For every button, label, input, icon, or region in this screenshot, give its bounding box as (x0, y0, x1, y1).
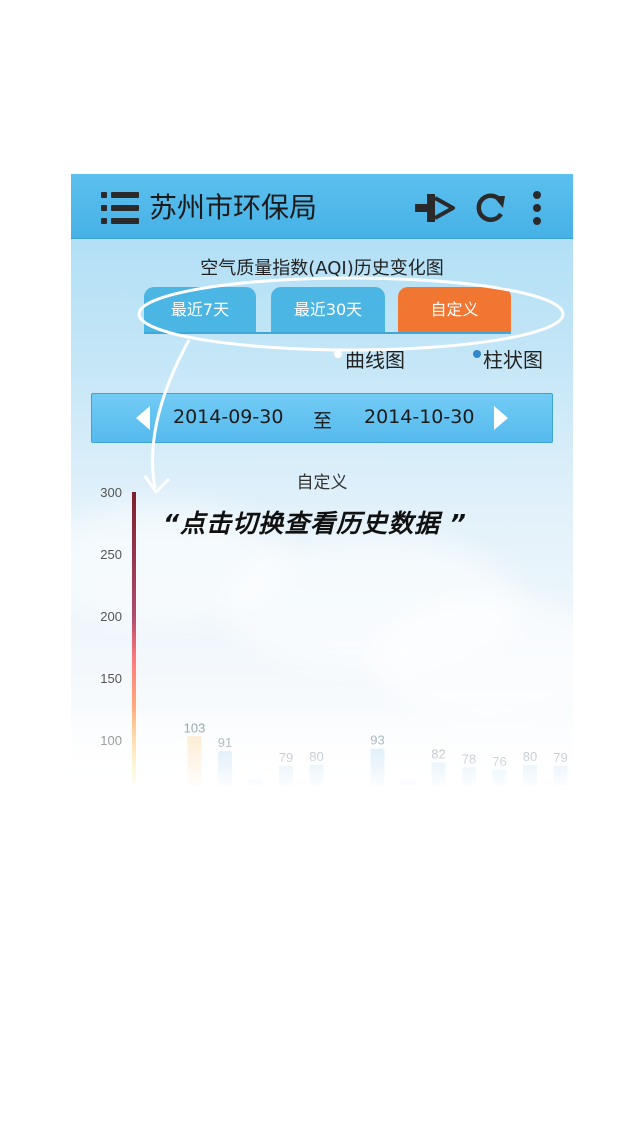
chart-bar[interactable] (553, 766, 568, 786)
action-bar: 苏州市环保局 (71, 174, 573, 239)
chart-bar[interactable] (523, 764, 537, 786)
date-range-bar: 2014-09-30 至 2014-10-30 (91, 393, 553, 443)
y-tick-label: 100 (100, 733, 122, 748)
share-icon[interactable] (413, 190, 457, 226)
bar-value-label: 76 (492, 754, 506, 769)
date-start[interactable]: 2014-09-30 (173, 406, 283, 428)
chart-bar[interactable] (279, 766, 293, 786)
tab-last-7-days[interactable]: 最近7天 (144, 287, 256, 333)
bar-value-label: 93 (370, 733, 384, 748)
radio-unselected-icon (333, 348, 343, 359)
radio-line-chart-label: 曲线图 (345, 348, 405, 372)
chart-bar[interactable] (401, 779, 415, 786)
callout-text: “点击切换查看历史数据 ” (163, 509, 467, 538)
next-arrow-icon[interactable] (490, 404, 512, 432)
chart-bar[interactable] (431, 762, 446, 786)
radio-bar-chart-label: 柱状图 (483, 348, 543, 372)
radio-line-chart[interactable]: 曲线图 (333, 346, 405, 374)
chart-bar[interactable] (187, 736, 202, 786)
y-tick-label: 200 (100, 609, 122, 624)
chart-bar[interactable] (218, 751, 232, 786)
radio-bar-chart[interactable]: 柱状图 (473, 346, 543, 374)
y-tick-label: 300 (100, 485, 122, 500)
tab-custom[interactable]: 自定义 (398, 287, 511, 333)
page-title: 空气质量指数(AQI)历史变化图 (200, 258, 444, 279)
bar-value-label: 79 (279, 750, 293, 765)
bar-value-label: 80 (309, 749, 323, 764)
bar-value-label: 103 (184, 720, 206, 735)
y-tick-label: 250 (100, 547, 122, 562)
y-axis-color-scale (132, 492, 136, 786)
app-title: 苏州市环保局 (149, 191, 318, 224)
menu-icon[interactable] (101, 190, 141, 226)
tab-underline (144, 332, 511, 334)
bar-value-label: 82 (431, 746, 445, 761)
bar-value-label: 79 (553, 750, 567, 765)
chart-bar[interactable] (492, 769, 507, 786)
overflow-icon[interactable] (529, 190, 545, 226)
chart-bar[interactable] (248, 779, 263, 786)
bar-value-label: 78 (462, 751, 476, 766)
tab-last-30-days[interactable]: 最近30天 (271, 287, 385, 333)
y-tick-label: 150 (100, 671, 122, 686)
app-screen: 苏州市环保局 空气质量指数(AQI)历史变化图 最近7天 最近30天 自定义 曲… (71, 174, 573, 786)
chart-bar[interactable] (309, 764, 324, 786)
radio-selected-icon (473, 349, 481, 358)
chart-bar[interactable] (370, 748, 385, 786)
bar-value-label: 91 (218, 735, 232, 750)
previous-arrow-icon[interactable] (132, 404, 154, 432)
chart-bar[interactable] (462, 767, 476, 786)
bar-value-label: 80 (523, 749, 537, 764)
date-separator: 至 (313, 410, 333, 432)
refresh-icon[interactable] (473, 190, 509, 226)
date-end[interactable]: 2014-10-30 (364, 406, 474, 428)
